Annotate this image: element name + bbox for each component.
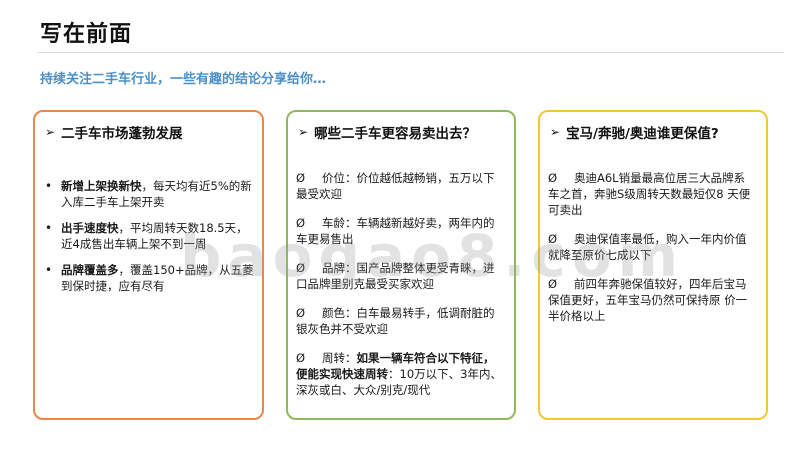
list-item: • 品牌覆盖多，覆盖150+品牌，从五菱到保时捷，应有尽有 <box>45 262 255 294</box>
option-list: Ø 奥迪A6L销量最高位居三大品牌系车之首，奔驰S级周转天数最短仅8 天便可卖出 … <box>548 170 754 337</box>
card-value-retention: ➢ 宝马/奔驰/奥迪谁更保值? Ø 奥迪A6L销量最高位居三大品牌系车之首，奔驰S… <box>538 110 768 420</box>
list-item: Ø 价位：价位越低越畅销，五万以下最受欢迎 <box>296 170 502 202</box>
option-text: 奥迪A6L销量最高位居三大品牌系车之首，奔驰S级周转天数最短仅8 天便可卖出 <box>548 171 751 217</box>
card-easy-to-sell: ➢ 哪些二手车更容易卖出去？ Ø 价位：价位越低越畅销，五万以下最受欢迎 Ø 车龄：… <box>286 110 516 420</box>
list-item: Ø 奥迪保值率最低，购入一年内价值就降至原价七成以下 <box>548 231 754 263</box>
bullet-bold: 品牌覆盖多 <box>61 263 119 277</box>
list-item: • 新增上架换新快，每天均有近5%的新入库二手车上架开卖 <box>45 178 255 210</box>
card-heading: ➢ 哪些二手车更容易卖出去？ <box>298 122 476 142</box>
option-text: 颜色：白车最易转手，低调耐脏的银灰色并不受欢迎 <box>296 306 495 336</box>
bullet-dot-icon: • <box>45 263 53 277</box>
option-symbol: Ø <box>296 351 306 365</box>
option-list: Ø 价位：价位越低越畅销，五万以下最受欢迎 Ø 车龄：车辆越新越好卖，两年内的车更易… <box>296 170 502 411</box>
option-text: 前四年奔驰保值较好，四年后宝马保值更好，五年宝马仍然可保持原 价一半价格以上 <box>548 277 748 323</box>
option-text: 车龄：车辆越新越好卖，两年内的车更易售出 <box>296 216 495 246</box>
option-symbol: Ø <box>548 277 558 291</box>
arrow-bullet-icon: ➢ <box>45 125 56 139</box>
arrow-bullet-icon: ➢ <box>550 125 561 139</box>
list-item: Ø 品牌：国产品牌整体更受青睐，进口品牌里别克最受买家欢迎 <box>296 260 502 292</box>
option-text: 价位：价位越低越畅销，五万以下最受欢迎 <box>296 171 495 201</box>
card-heading-text: 二手车市场蓬勃发展 <box>61 126 183 142</box>
card-market-growth: ➢ 二手车市场蓬勃发展 • 新增上架换新快，每天均有近5%的新入库二手车上架开卖… <box>33 110 264 420</box>
arrow-bullet-icon: ➢ <box>298 125 309 139</box>
list-item: Ø 前四年奔驰保值较好，四年后宝马保值更好，五年宝马仍然可保持原 价一半价格以上 <box>548 276 754 324</box>
bullet-list: • 新增上架换新快，每天均有近5%的新入库二手车上架开卖 • 出手速度快，平均周… <box>45 178 255 304</box>
list-item: Ø 奥迪A6L销量最高位居三大品牌系车之首，奔驰S级周转天数最短仅8 天便可卖出 <box>548 170 754 218</box>
page-title: 写在前面 <box>40 22 133 47</box>
option-symbol: Ø <box>296 216 306 230</box>
option-symbol: Ø <box>548 171 558 185</box>
list-item: • 出手速度快，平均周转天数18.5天，近4成售出车辆上架不到一周 <box>45 220 255 252</box>
list-item: Ø 车龄：车辆越新越好卖，两年内的车更易售出 <box>296 215 502 247</box>
option-symbol: Ø <box>296 171 306 185</box>
card-heading-text: 哪些二手车更容易卖出去？ <box>314 126 477 142</box>
option-symbol: Ø <box>296 306 306 320</box>
option-prefix: 周转： <box>322 351 357 365</box>
page-subtitle: 持续关注二手车行业，一些有趣的结论分享给你… <box>40 72 327 87</box>
card-heading: ➢ 宝马/奔驰/奥迪谁更保值? <box>550 122 719 142</box>
option-text: 奥迪保值率最低，购入一年内价值就降至原价七成以下 <box>548 232 747 262</box>
option-text: 品牌：国产品牌整体更受青睐，进口品牌里别克最受买家欢迎 <box>296 261 495 291</box>
bullet-dot-icon: • <box>45 179 53 193</box>
bullet-dot-icon: • <box>45 221 53 235</box>
card-heading-text: 宝马/奔驰/奥迪谁更保值? <box>566 126 719 142</box>
list-item: Ø 周转：如果一辆车符合以下特征，便能实现快速周转：10万以下、3年内、深灰或白、… <box>296 350 502 398</box>
option-symbol: Ø <box>296 261 306 275</box>
option-symbol: Ø <box>548 232 558 246</box>
title-divider <box>38 52 784 53</box>
card-heading: ➢ 二手车市场蓬勃发展 <box>45 122 183 142</box>
bullet-bold: 出手速度快 <box>61 221 119 235</box>
list-item: Ø 颜色：白车最易转手，低调耐脏的银灰色并不受欢迎 <box>296 305 502 337</box>
bullet-bold: 新增上架换新快 <box>61 179 142 193</box>
